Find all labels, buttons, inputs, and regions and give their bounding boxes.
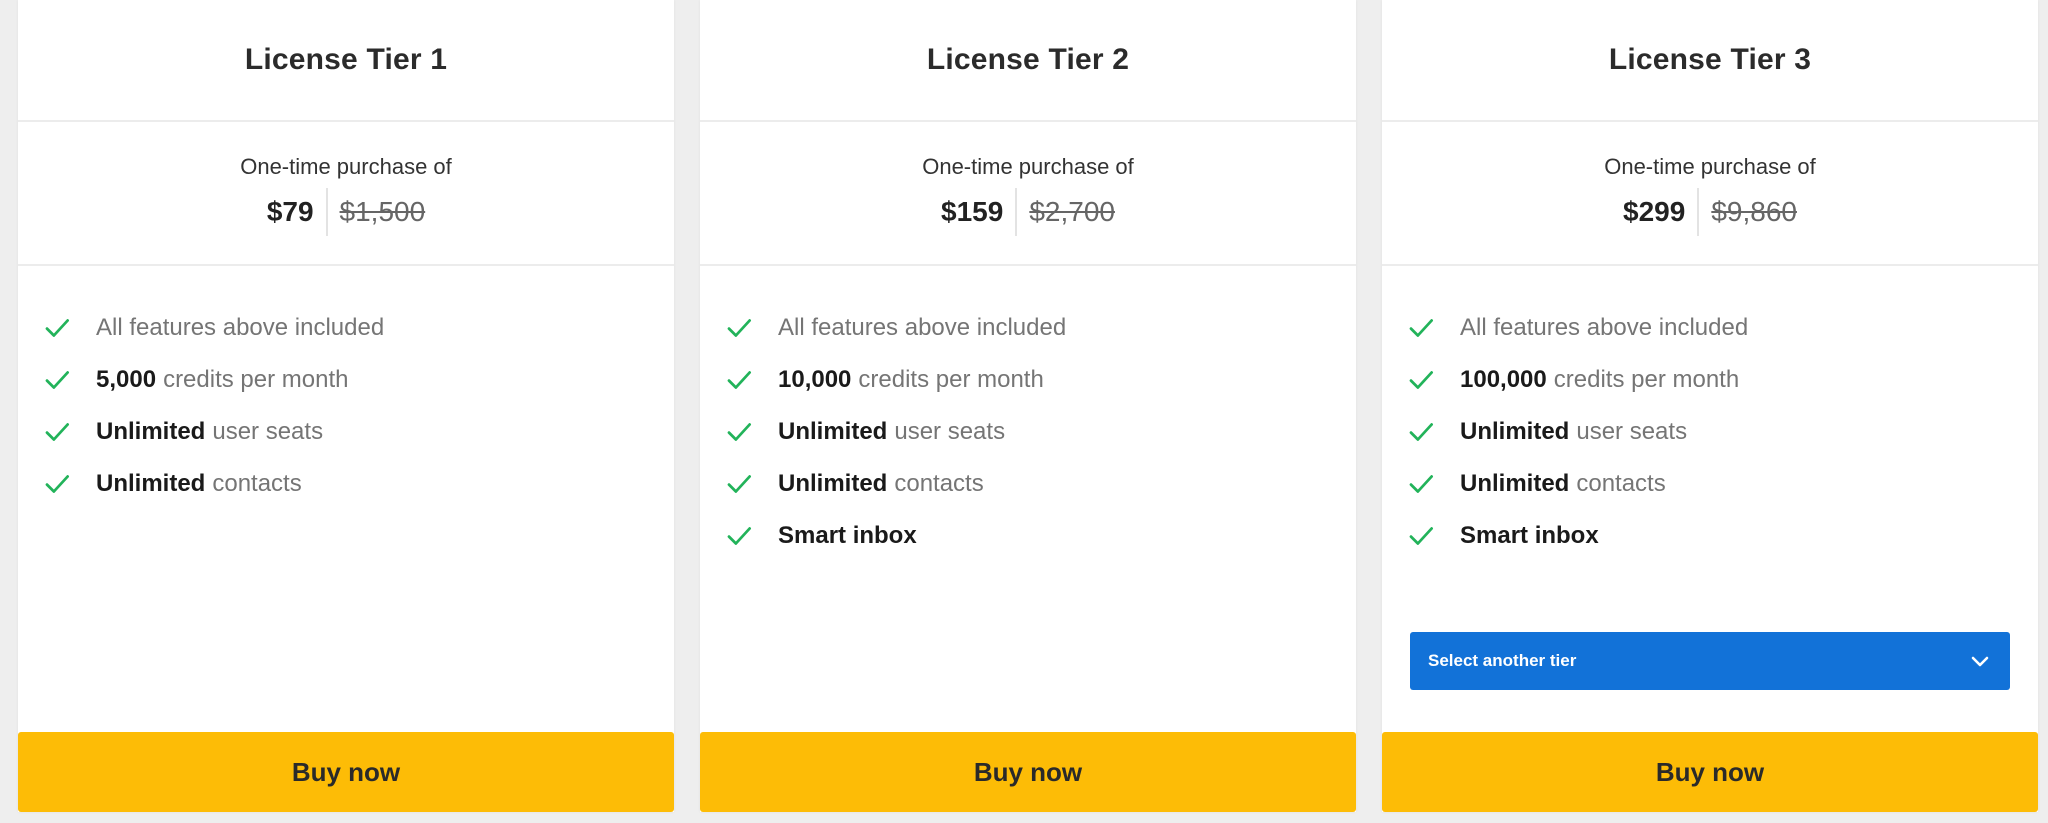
card-header: License Tier 1 [18, 0, 674, 122]
check-icon [1406, 313, 1436, 343]
price-block: One-time purchase of $79 $1,500 [18, 122, 674, 266]
feature-text: contacts [1576, 470, 1666, 497]
feature-item: Unlimited user seats [42, 406, 674, 458]
feature-text: contacts [894, 470, 984, 497]
current-price: $159 [941, 196, 1004, 227]
check-icon [42, 469, 72, 499]
feature-item: Unlimited user seats [1406, 406, 2038, 458]
feature-list: All features above included 100,000 cred… [1382, 266, 2038, 562]
feature-list: All features above included 10,000 credi… [700, 266, 1356, 562]
feature-highlight: 100,000 [1460, 366, 1547, 393]
card-header: License Tier 3 [1382, 0, 2038, 122]
feature-text: All features above included [1460, 314, 1749, 341]
feature-item: All features above included [42, 302, 674, 354]
feature-text: user seats [894, 418, 1006, 445]
feature-item: Smart inbox [1406, 510, 2038, 562]
feature-item: 10,000 credits per month [724, 354, 1356, 406]
feature-text: All features above included [778, 314, 1067, 341]
check-icon [42, 365, 72, 395]
pricing-page: License Tier 1 One-time purchase of $79 … [0, 0, 2048, 823]
price-row: $299 $9,860 [1382, 188, 2038, 236]
tier-title: License Tier 1 [244, 43, 448, 76]
feature-text: user seats [212, 418, 324, 445]
card-header: License Tier 2 [700, 0, 1356, 122]
check-icon [42, 313, 72, 343]
price-block: One-time purchase of $159 $2,700 [700, 122, 1356, 266]
feature-item: Unlimited user seats [724, 406, 1356, 458]
feature-highlight: Unlimited [1460, 418, 1570, 445]
check-icon [724, 365, 754, 395]
feature-highlight: Unlimited [778, 418, 888, 445]
price-caption: One-time purchase of [240, 154, 452, 179]
buy-now-button[interactable]: Buy now [18, 732, 674, 812]
feature-list: All features above included 5,000 credit… [18, 266, 674, 510]
tier-card-2: License Tier 2 One-time purchase of $159… [700, 0, 1356, 812]
tier-title: License Tier 2 [926, 43, 1130, 76]
check-icon [724, 521, 754, 551]
feature-text: credits per month [858, 366, 1044, 393]
price-caption: One-time purchase of [1604, 154, 1816, 179]
buy-now-button[interactable]: Buy now [700, 732, 1356, 812]
check-icon [724, 469, 754, 499]
feature-highlight: Smart inbox [778, 522, 917, 549]
current-price: $299 [1623, 196, 1686, 227]
current-price: $79 [266, 196, 314, 227]
original-price: $1,500 [339, 196, 426, 227]
feature-item: Unlimited contacts [42, 458, 674, 510]
original-price: $2,700 [1029, 196, 1115, 227]
chevron-down-icon [1968, 649, 1992, 673]
select-another-tier-dropdown[interactable]: Select another tier [1410, 632, 2010, 690]
feature-highlight: Unlimited [1460, 470, 1570, 497]
feature-text: All features above included [96, 314, 385, 341]
feature-text: credits per month [1553, 366, 1740, 393]
feature-highlight: Unlimited [96, 470, 206, 497]
buy-now-button[interactable]: Buy now [1382, 732, 2038, 812]
tier-card-3: License Tier 3 One-time purchase of $299… [1382, 0, 2038, 812]
feature-item: 5,000 credits per month [42, 354, 674, 406]
feature-item: Unlimited contacts [724, 458, 1356, 510]
tier-card-1: License Tier 1 One-time purchase of $79 … [18, 0, 674, 812]
feature-highlight: Smart inbox [1460, 522, 1599, 549]
feature-text: contacts [212, 470, 302, 497]
tier-title: License Tier 3 [1608, 43, 1812, 76]
check-icon [724, 313, 754, 343]
check-icon [724, 417, 754, 447]
feature-highlight: Unlimited [96, 418, 206, 445]
feature-text: credits per month [163, 366, 349, 393]
feature-highlight: 10,000 [778, 366, 852, 393]
check-icon [1406, 417, 1436, 447]
price-row: $159 $2,700 [700, 188, 1356, 236]
price-row: $79 $1,500 [18, 188, 674, 236]
price-block: One-time purchase of $299 $9,860 [1382, 122, 2038, 266]
feature-highlight: 5,000 [96, 366, 157, 393]
price-caption: One-time purchase of [922, 154, 1134, 179]
feature-item: All features above included [724, 302, 1356, 354]
original-price: $9,860 [1711, 196, 1797, 227]
feature-highlight: Unlimited [778, 470, 888, 497]
feature-text: user seats [1576, 418, 1688, 445]
check-icon [1406, 469, 1436, 499]
check-icon [42, 417, 72, 447]
feature-item: All features above included [1406, 302, 2038, 354]
feature-item: 100,000 credits per month [1406, 354, 2038, 406]
check-icon [1406, 365, 1436, 395]
select-tier-label: Select another tier [1428, 651, 1577, 670]
check-icon [1406, 521, 1436, 551]
feature-item: Unlimited contacts [1406, 458, 2038, 510]
feature-item: Smart inbox [724, 510, 1356, 562]
